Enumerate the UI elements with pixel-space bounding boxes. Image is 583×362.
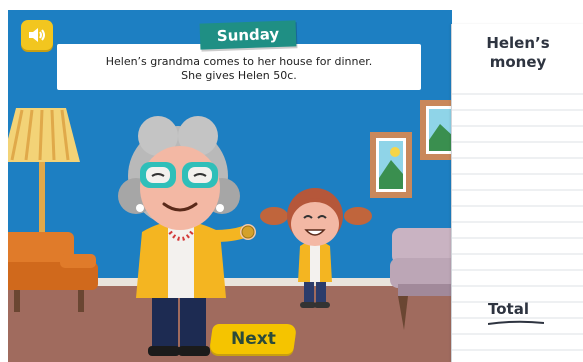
day-label: Sunday <box>199 20 297 50</box>
notebook-title-line-1: Helen’s <box>486 34 550 52</box>
story-line-1: Helen’s grandma comes to her house for d… <box>105 55 373 68</box>
money-notebook: Helen’s money Total <box>451 24 583 362</box>
game-scene: Sunday Helen’s grandma comes to her hous… <box>8 10 452 362</box>
story-text-box: Helen’s grandma comes to her house for d… <box>57 44 421 90</box>
story-line-2: She gives Helen 50c. <box>181 69 297 82</box>
notebook-title: Helen’s money <box>452 34 583 72</box>
next-button[interactable]: Next <box>208 324 298 354</box>
total-underline <box>488 320 544 325</box>
total-label: Total <box>488 300 529 318</box>
wall-picture-small <box>370 132 412 198</box>
sound-button[interactable] <box>21 20 53 50</box>
notebook-title-line-2: money <box>489 53 547 71</box>
speaker-icon <box>29 28 45 42</box>
next-button-label: Next <box>230 329 276 349</box>
wall-picture-large <box>420 100 452 160</box>
